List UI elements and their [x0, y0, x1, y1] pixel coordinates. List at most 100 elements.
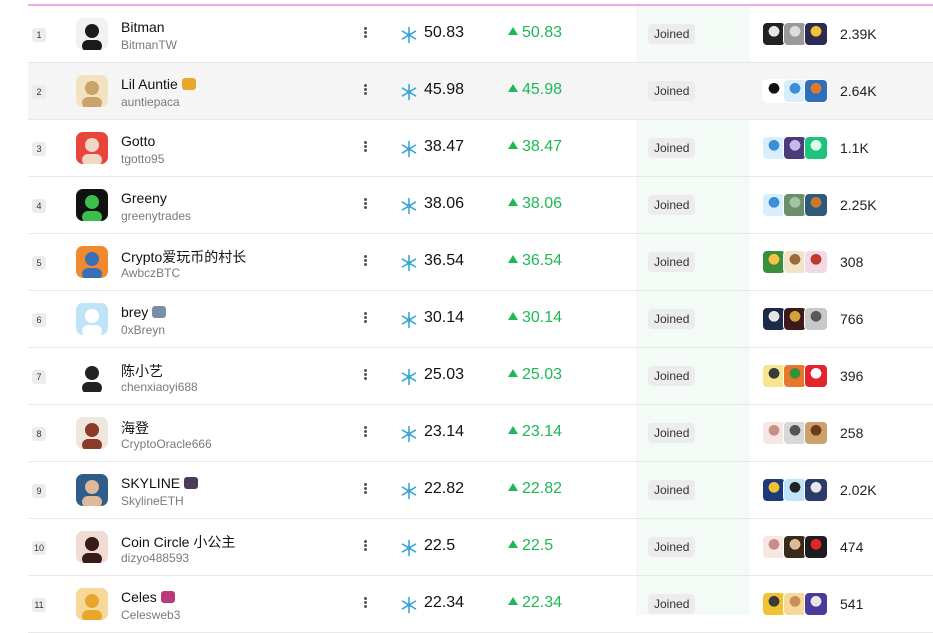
score-value: 38.06: [424, 195, 465, 212]
joined-badge: Joined: [648, 24, 696, 44]
name-emoji-icon: [184, 477, 199, 489]
score-value: 38.47: [424, 138, 465, 155]
more-options-icon[interactable]: [360, 425, 370, 441]
follower-avatars[interactable]: [762, 592, 832, 616]
more-options-icon[interactable]: [360, 83, 370, 99]
avatar[interactable]: [76, 531, 108, 563]
avatar[interactable]: [76, 303, 108, 335]
avatar[interactable]: [76, 474, 108, 506]
score-change: 22.82: [508, 480, 562, 498]
score-value: 45.98: [424, 81, 465, 98]
user-handle: auntiepaca: [121, 95, 180, 109]
user-display-name[interactable]: Bitman: [121, 19, 165, 35]
snowflake-icon: [400, 596, 418, 614]
more-options-icon[interactable]: [360, 254, 370, 270]
follower-count: 474: [840, 539, 864, 555]
avatar[interactable]: [76, 360, 108, 392]
avatar[interactable]: [76, 588, 108, 620]
more-options-icon[interactable]: [360, 482, 370, 498]
follower-avatar: [804, 421, 828, 445]
user-display-name[interactable]: Coin Circle 小公主: [121, 532, 235, 552]
follower-avatars[interactable]: [762, 136, 832, 160]
follower-avatars[interactable]: [762, 250, 832, 274]
score-change: 23.14: [508, 423, 562, 441]
avatar[interactable]: [76, 417, 108, 449]
rank-badge: 1: [32, 28, 46, 42]
user-handle: AwbczBTC: [121, 266, 181, 280]
follower-avatar: [804, 535, 828, 559]
follower-count: 1.1K: [840, 140, 869, 156]
rank-badge: 4: [32, 199, 46, 213]
table-row[interactable]: 6 brey 0xBreyn 30.14 30.14 Joined 766: [28, 291, 933, 348]
joined-badge: Joined: [648, 594, 696, 614]
joined-badge: Joined: [648, 366, 696, 386]
more-options-icon[interactable]: [360, 311, 370, 327]
user-display-name[interactable]: 海登: [121, 418, 149, 438]
follower-avatar: [804, 307, 828, 331]
table-row[interactable]: 10 Coin Circle 小公主 dizyo488593 22.5 22.5: [28, 519, 933, 576]
joined-badge: Joined: [648, 138, 696, 158]
user-display-name[interactable]: Lil Auntie: [121, 76, 196, 92]
follower-avatars[interactable]: [762, 22, 832, 46]
follower-avatars[interactable]: [762, 535, 832, 559]
table-row[interactable]: 1 Bitman BitmanTW 50.83 50.83 Joined 2.3…: [28, 6, 933, 63]
table-row[interactable]: 8 海登 CryptoOracle666 23.14 23.14 Joined: [28, 405, 933, 462]
more-options-icon[interactable]: [360, 26, 370, 42]
follower-count: 2.64K: [840, 83, 877, 99]
avatar[interactable]: [76, 132, 108, 164]
follower-count: 2.39K: [840, 26, 877, 42]
up-arrow-icon: [508, 27, 518, 35]
follower-avatars[interactable]: [762, 79, 832, 103]
follower-avatars[interactable]: [762, 193, 832, 217]
follower-avatars[interactable]: [762, 307, 832, 331]
table-row[interactable]: 4 Greeny greenytrades 38.06 38.06 Joined: [28, 177, 933, 234]
joined-badge: Joined: [648, 252, 696, 272]
more-options-icon[interactable]: [360, 197, 370, 213]
user-display-name[interactable]: SKYLINE: [121, 475, 199, 491]
more-options-icon[interactable]: [360, 140, 370, 156]
follower-avatar: [804, 136, 828, 160]
up-arrow-icon: [508, 198, 518, 206]
score-value: 30.14: [424, 309, 465, 326]
table-row[interactable]: 9 SKYLINE SkylineETH 22.82 22.82 Joined: [28, 462, 933, 519]
up-arrow-icon: [508, 255, 518, 263]
rank-badge: 6: [32, 313, 46, 327]
snowflake-icon: [400, 368, 418, 386]
name-emoji-icon: [152, 306, 167, 318]
table-row[interactable]: 5 Crypto爱玩币的村长 AwbczBTC 36.54 36.54 Join: [28, 234, 933, 291]
user-display-name[interactable]: 陈小艺: [121, 361, 163, 381]
user-handle: 0xBreyn: [121, 323, 166, 337]
avatar[interactable]: [76, 75, 108, 107]
user-display-name[interactable]: Celes: [121, 589, 175, 605]
snowflake-icon: [400, 83, 418, 101]
follower-avatars[interactable]: [762, 478, 832, 502]
user-display-name[interactable]: Greeny: [121, 190, 167, 206]
more-options-icon[interactable]: [360, 539, 370, 555]
leaderboard-table: 1 Bitman BitmanTW 50.83 50.83 Joined 2.3…: [28, 6, 933, 633]
follower-avatars[interactable]: [762, 421, 832, 445]
more-options-icon[interactable]: [360, 596, 370, 612]
table-row[interactable]: 11 Celes Celesweb3 22.34 22.34 Joined 54…: [28, 576, 933, 633]
follower-avatar: [804, 364, 828, 388]
rank-badge: 5: [32, 256, 46, 270]
rank-badge: 8: [32, 427, 46, 441]
avatar[interactable]: [76, 189, 108, 221]
user-display-name[interactable]: brey: [121, 304, 167, 320]
avatar[interactable]: [76, 246, 108, 278]
snowflake-icon: [400, 482, 418, 500]
table-row[interactable]: 2 Lil Auntie auntiepaca 45.98 45.98 Join: [28, 63, 933, 120]
user-handle: CryptoOracle666: [121, 437, 212, 451]
score-value: 50.83: [424, 24, 465, 41]
user-handle: greenytrades: [121, 209, 192, 223]
follower-avatars[interactable]: [762, 364, 832, 388]
user-handle: SkylineETH: [121, 494, 184, 508]
rank-badge: 3: [32, 142, 46, 156]
user-display-name[interactable]: Crypto爱玩币的村长: [121, 247, 246, 267]
table-row[interactable]: 7 陈小艺 chenxiaoyi688 25.03 25.03 Joined 3…: [28, 348, 933, 405]
more-options-icon[interactable]: [360, 368, 370, 384]
score-value: 23.14: [424, 423, 465, 440]
avatar[interactable]: [76, 18, 108, 50]
up-arrow-icon: [508, 369, 518, 377]
table-row[interactable]: 3 Gotto tgotto95 38.47 38.47 Joined 1.1K: [28, 120, 933, 177]
user-display-name[interactable]: Gotto: [121, 133, 155, 149]
